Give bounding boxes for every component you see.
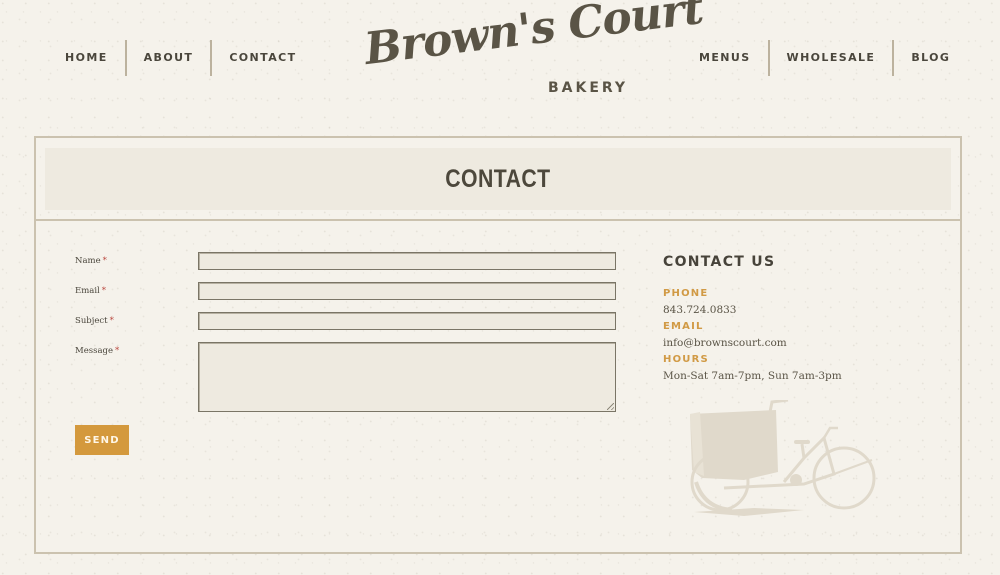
nav-wholesale[interactable]: WHOLESALE — [770, 40, 893, 76]
logo-subtitle: BAKERY — [548, 80, 629, 96]
send-button[interactable]: SEND — [75, 425, 129, 455]
subject-field[interactable] — [198, 312, 616, 330]
logo-wordmark: Brown's Court — [361, 0, 706, 75]
nav-contact[interactable]: CONTACT — [212, 40, 313, 76]
contact-info: CONTACT US PHONE 843.724.0833 EMAIL info… — [663, 254, 923, 385]
nav-about[interactable]: ABOUT — [127, 40, 211, 76]
page-title: CONTACT — [445, 164, 551, 193]
hours-value: Mon-Sat 7am-7pm, Sun 7am-3pm — [663, 370, 842, 382]
phone-value: 843.724.0833 — [663, 304, 737, 316]
name-label: Name * — [75, 256, 107, 266]
main-nav-right: MENUS WHOLESALE BLOG — [682, 40, 967, 76]
logo[interactable]: Brown's Court BAKERY — [362, 0, 706, 104]
email-value: info@brownscourt.com — [663, 337, 787, 349]
required-marker: * — [102, 256, 107, 266]
nav-blog[interactable]: BLOG — [894, 40, 967, 76]
title-divider — [36, 219, 960, 221]
email-field[interactable] — [198, 282, 616, 300]
page-title-bar: CONTACT — [45, 148, 951, 210]
cargo-tricycle-icon — [690, 400, 876, 516]
email-label: Email * — [75, 286, 107, 296]
main-nav-left: HOME ABOUT CONTACT — [48, 40, 313, 76]
message-label: Message * — [75, 346, 120, 356]
hours-label: HOURS — [663, 354, 709, 365]
phone-label: PHONE — [663, 288, 709, 299]
required-marker: * — [109, 316, 114, 326]
required-marker: * — [101, 286, 107, 296]
resize-grip-icon[interactable] — [607, 403, 614, 410]
email-info-label: EMAIL — [663, 321, 704, 332]
contact-card: CONTACT Name * Email * Subject * Message * S… — [34, 136, 962, 554]
subject-label: Subject * — [75, 316, 114, 326]
name-field[interactable] — [198, 252, 616, 270]
nav-menus[interactable]: MENUS — [682, 40, 768, 76]
nav-home[interactable]: HOME — [48, 40, 125, 76]
contact-us-heading: CONTACT US — [663, 254, 776, 270]
message-field[interactable] — [198, 342, 616, 412]
required-marker: * — [115, 346, 120, 356]
